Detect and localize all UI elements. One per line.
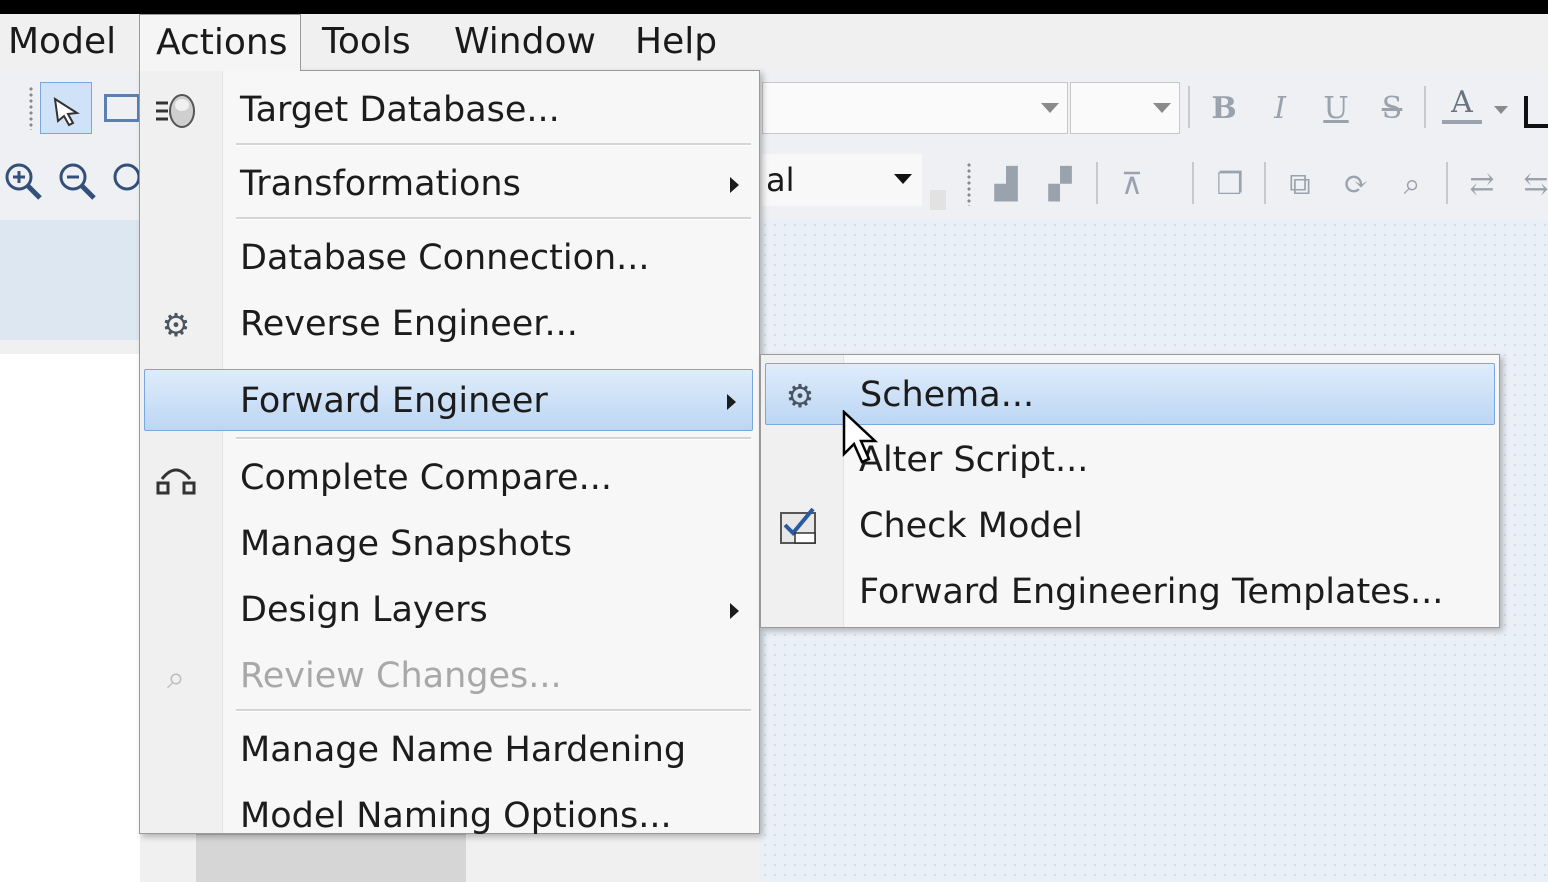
submenu-arrow-icon xyxy=(730,177,739,193)
menu-item-database-connection[interactable]: Database Connection... xyxy=(144,227,755,289)
menu-item-label: Model Naming Options... xyxy=(240,796,672,836)
entity-tool-icon[interactable] xyxy=(104,94,140,122)
align-icon[interactable]: ⧉ xyxy=(1280,164,1320,204)
merge-icon[interactable]: ⇆ xyxy=(1516,164,1548,204)
font-color-dropdown-icon[interactable] xyxy=(1494,106,1508,114)
menu-item-label: Alter Script... xyxy=(859,440,1089,480)
check-model-icon xyxy=(777,505,821,549)
layout-icon[interactable]: ▟ xyxy=(986,164,1026,204)
complete-compare-icon xyxy=(154,457,198,501)
menu-item-label: Target Database... xyxy=(240,90,560,130)
menu-item-forward-engineering-templates[interactable]: Forward Engineering Templates... xyxy=(765,561,1495,623)
menu-item-label: Schema... xyxy=(860,375,1035,415)
relationship-icon[interactable]: ▞ xyxy=(1040,164,1080,204)
submenu-arrow-icon xyxy=(730,603,739,619)
menu-item-design-layers[interactable]: Design Layers xyxy=(144,579,755,641)
copy-icon[interactable]: ❐ xyxy=(1210,164,1250,204)
menu-item-forward-engineer[interactable]: Forward Engineer xyxy=(144,369,753,431)
pointer-tool-icon xyxy=(53,96,80,127)
reverse-engineer-icon: ⚙ xyxy=(161,306,191,344)
actions-menu: Target Database... Transformations Datab… xyxy=(139,70,760,836)
menu-item-label: Reverse Engineer... xyxy=(240,304,578,344)
menu-item-label: Complete Compare... xyxy=(240,458,612,498)
line-color-icon[interactable] xyxy=(1524,96,1548,128)
menu-item-label: Review Changes... xyxy=(240,656,562,696)
font-color-button[interactable]: A xyxy=(1442,84,1482,124)
menu-item-review-changes[interactable]: ⌕ Review Changes... xyxy=(144,645,755,707)
review-icon[interactable]: ⌕ xyxy=(1392,164,1432,204)
menu-item-label: Forward Engineering Templates... xyxy=(859,572,1444,612)
model-explorer-pane xyxy=(0,354,140,882)
mouse-cursor-icon xyxy=(842,410,879,464)
subtype-icon[interactable]: ⊼ xyxy=(1112,164,1152,204)
forward-engineer-submenu: ⚙ Schema... Alter Script... Check Model … xyxy=(760,354,1500,628)
application-window: Model Actions Tools Window Help B I U S … xyxy=(0,14,1548,882)
model-explorer-header xyxy=(0,220,140,340)
link-icon[interactable]: ⇄ xyxy=(1462,164,1502,204)
bold-button[interactable]: B xyxy=(1204,88,1244,128)
menu-item-manage-snapshots[interactable]: Manage Snapshots xyxy=(144,513,755,575)
italic-button[interactable]: I xyxy=(1260,88,1300,128)
menu-item-label: Manage Snapshots xyxy=(240,524,573,564)
refresh-icon[interactable]: ⟳ xyxy=(1336,164,1376,204)
display-level-value: al xyxy=(766,161,795,199)
toolbar-grip-2[interactable] xyxy=(966,162,972,206)
submenu-arrow-icon xyxy=(727,394,736,410)
strikethrough-button[interactable]: S xyxy=(1372,88,1412,128)
menu-item-complete-compare[interactable]: Complete Compare... xyxy=(144,447,755,509)
zoom-out-icon[interactable] xyxy=(56,160,98,202)
pointer-tool-button[interactable] xyxy=(40,82,92,134)
menu-item-reverse-engineer[interactable]: ⚙ Reverse Engineer... xyxy=(144,293,755,355)
menu-item-label: Forward Engineer xyxy=(240,381,548,421)
menu-item-label: Manage Name Hardening xyxy=(240,730,687,770)
underline-button[interactable]: U xyxy=(1316,88,1356,128)
menu-bar: Model Actions Tools Window Help xyxy=(0,14,1548,71)
menu-item-manage-name-hardening[interactable]: Manage Name Hardening xyxy=(144,719,755,781)
zoom-in-icon[interactable] xyxy=(2,160,44,202)
menu-item-check-model[interactable]: Check Model xyxy=(765,495,1495,557)
menu-tools[interactable]: Tools xyxy=(306,14,427,70)
target-database-icon xyxy=(154,89,198,133)
toolbar-overflow-button[interactable] xyxy=(930,190,946,210)
toolbar-grip[interactable] xyxy=(28,86,34,130)
review-changes-icon: ⌕ xyxy=(167,657,185,696)
menu-actions[interactable]: Actions xyxy=(139,14,301,71)
menu-item-transformations[interactable]: Transformations xyxy=(144,153,755,215)
schema-icon: ⚙ xyxy=(785,377,815,415)
menu-window[interactable]: Window xyxy=(438,14,612,70)
font-combo[interactable] xyxy=(762,82,1068,134)
menu-item-model-naming-options[interactable]: Model Naming Options... xyxy=(144,785,755,847)
zoom-fit-icon[interactable] xyxy=(110,160,140,202)
menu-item-label: Check Model xyxy=(859,506,1083,546)
display-level-combo[interactable]: al xyxy=(762,154,922,206)
menu-model[interactable]: Model xyxy=(0,14,132,70)
menu-item-label: Transformations xyxy=(240,164,521,204)
menu-item-label: Database Connection... xyxy=(240,238,650,278)
menu-item-label: Design Layers xyxy=(240,590,488,630)
menu-item-target-database[interactable]: Target Database... xyxy=(144,79,755,141)
menu-help[interactable]: Help xyxy=(619,14,733,70)
font-size-combo[interactable] xyxy=(1070,82,1180,134)
